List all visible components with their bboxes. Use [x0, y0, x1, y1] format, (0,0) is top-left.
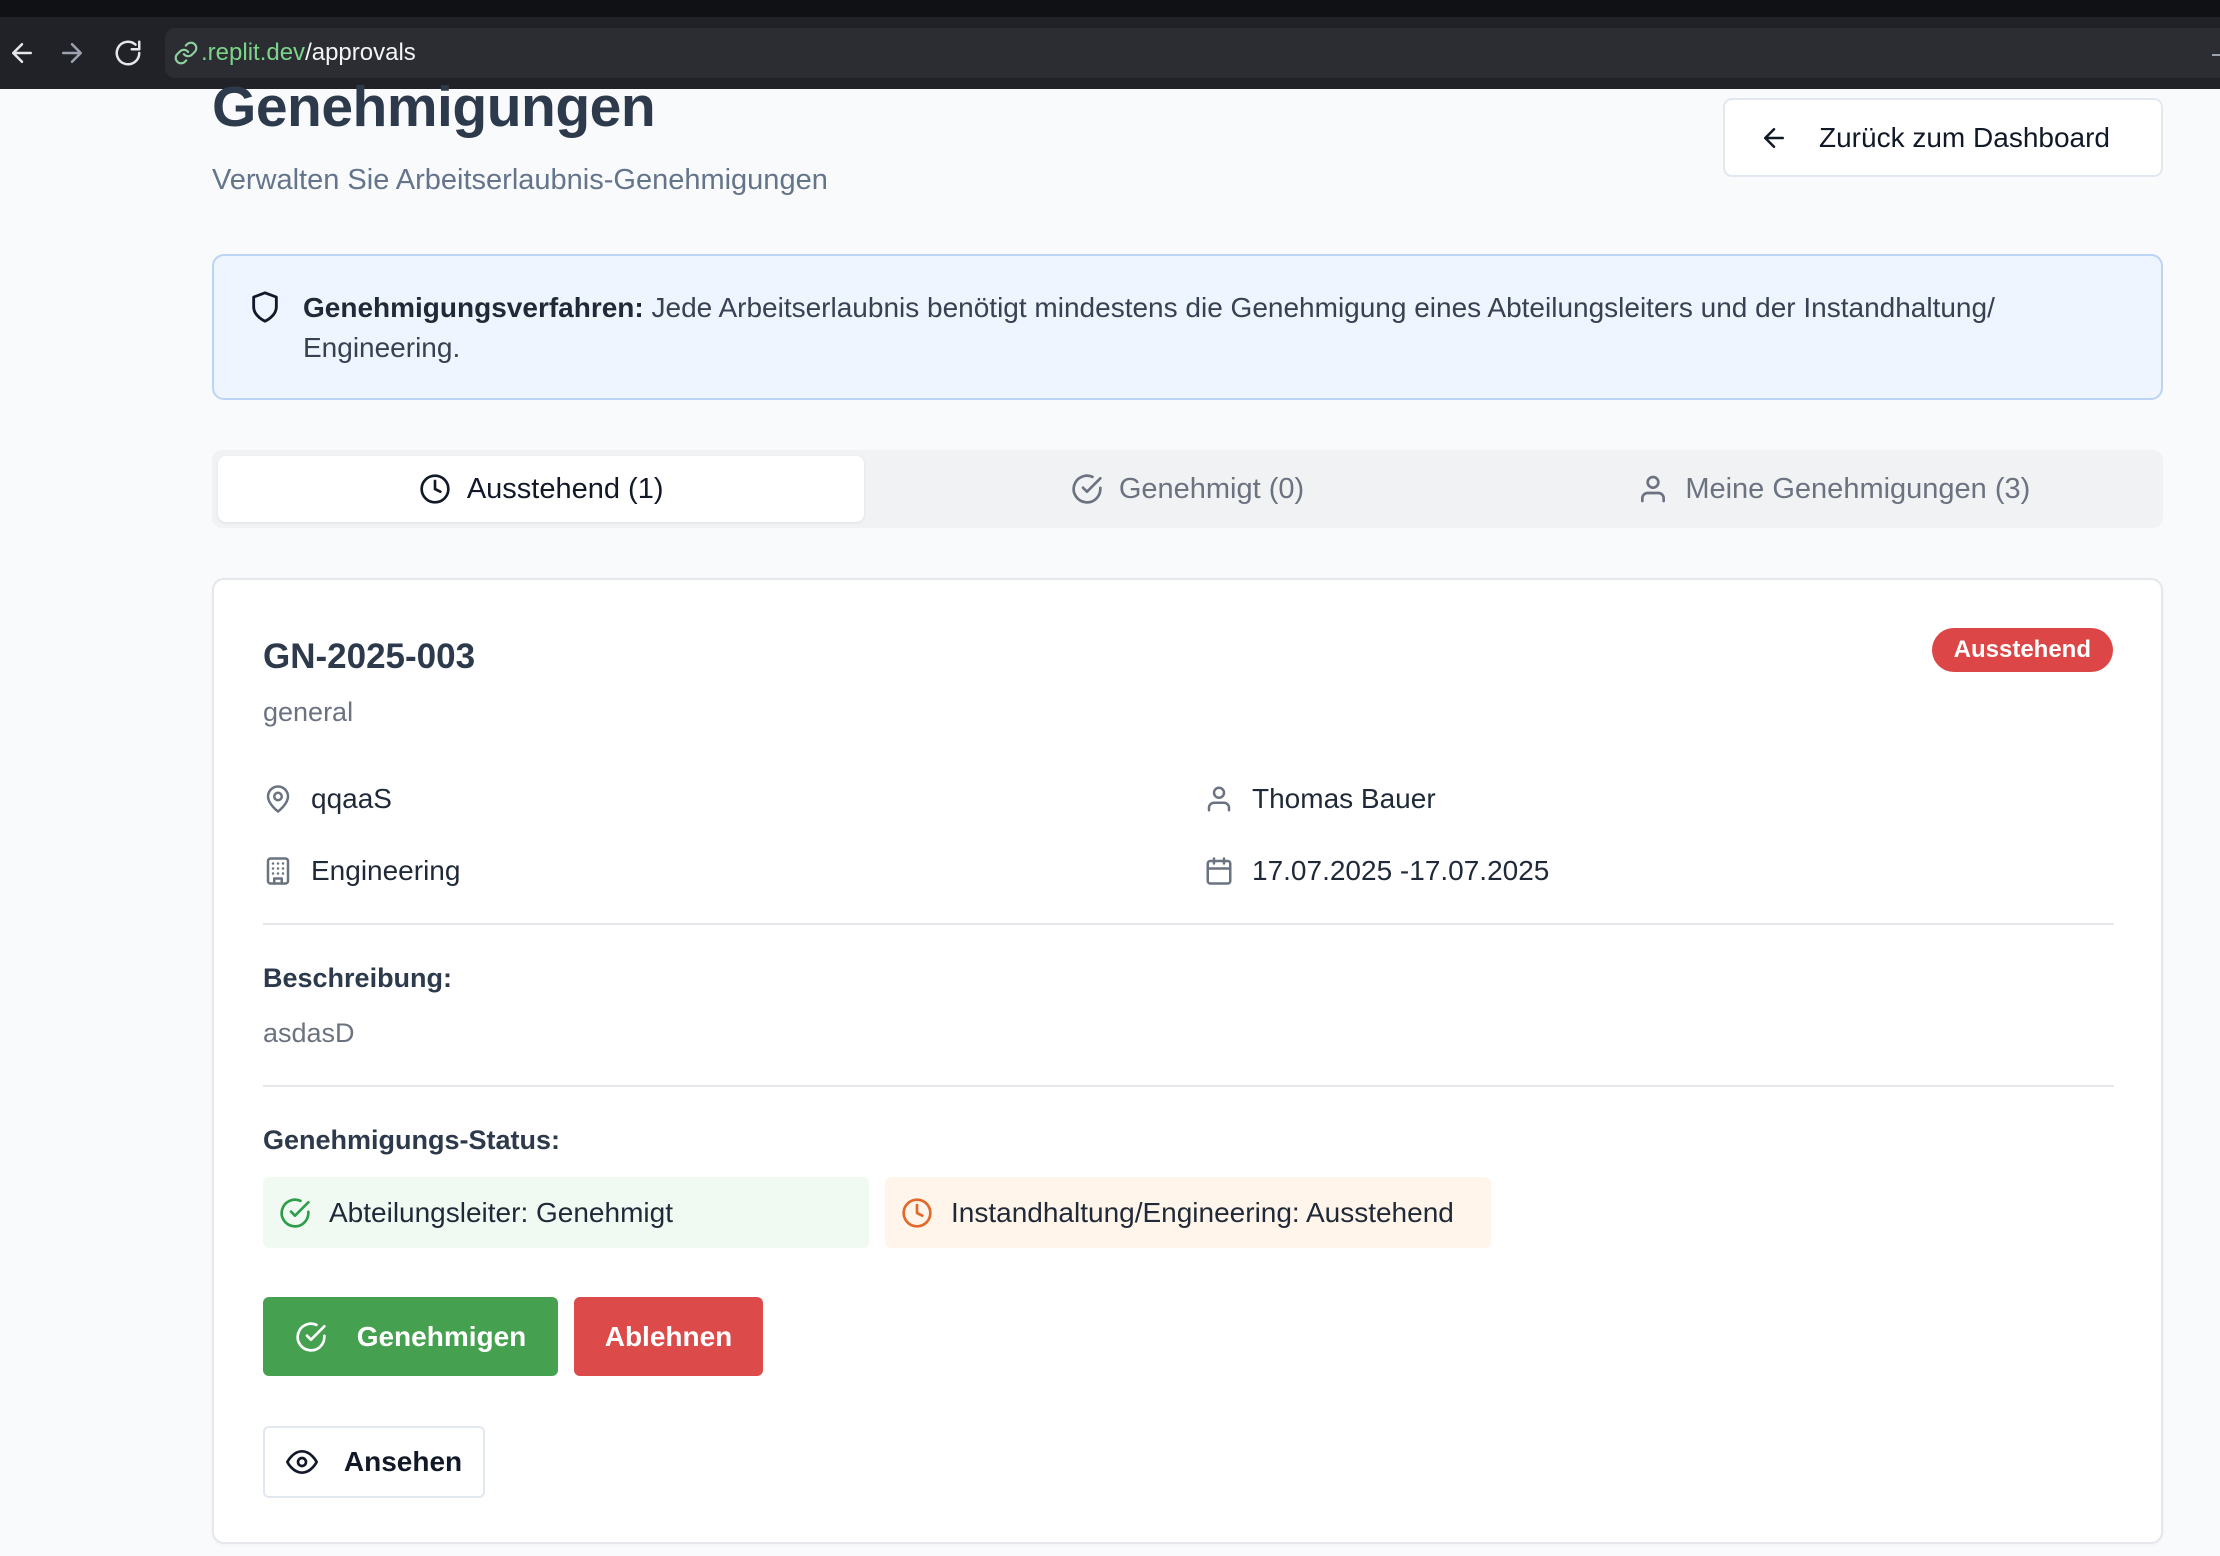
map-pin-icon	[266, 785, 290, 813]
page-title: Genehmigungen	[212, 75, 656, 139]
check-circle-icon	[280, 1197, 310, 1228]
tab-approved-label: Genehmigt (0)	[1118, 472, 1305, 505]
reject-button[interactable]: Ablehnen	[574, 1297, 763, 1376]
back-nav-button[interactable]	[0, 17, 44, 89]
url-path: /approvals	[305, 39, 416, 66]
url-host: .replit.dev	[201, 39, 306, 66]
reload-icon	[115, 40, 141, 66]
forward-nav-button[interactable]	[44, 17, 100, 89]
address-bar[interactable]: .replit.dev/approvals	[165, 28, 2220, 78]
back-to-dashboard-button[interactable]: Zurück zum Dashboard	[1723, 98, 2163, 177]
info-label: Genehmigungsverfahren:	[303, 292, 644, 323]
shield-icon	[252, 291, 278, 323]
permit-department: Engineering	[263, 855, 460, 887]
back-arrow-icon	[12, 43, 32, 63]
approve-button[interactable]: Genehmigen	[263, 1297, 558, 1376]
tab-pending-label: Ausstehend (1)	[466, 472, 664, 505]
clock-icon	[902, 1197, 932, 1228]
permit-card: GN-2025-003 general Ausstehend qqaaS Tho…	[212, 578, 2163, 1544]
tab-my-approvals-label: Meine Genehmigungen (3)	[1685, 472, 2031, 505]
view-label: Ansehen	[343, 1446, 463, 1477]
user-icon	[1207, 786, 1231, 812]
description-text: asdasD	[263, 1018, 355, 1048]
permit-location: qqaaS	[263, 783, 392, 815]
tab-my-approvals[interactable]: Meine Genehmigungen (3)	[1511, 456, 2157, 522]
location-text: qqaaS	[311, 783, 392, 814]
page-subtitle: Verwalten Sie Arbeitserlaubnis-Genehmigu…	[212, 164, 828, 196]
description-label: Beschreibung:	[263, 963, 453, 993]
divider	[263, 923, 2114, 925]
building-icon	[266, 857, 290, 885]
date-range-text: 17.07.2025 -17.07.2025	[1252, 855, 1550, 886]
window-top-strip	[0, 0, 2220, 17]
dept-head-status-text: Abteilungsleiter: Genehmigt	[329, 1196, 673, 1228]
department-text: Engineering	[311, 855, 461, 886]
tab-pending[interactable]: Ausstehend (1)	[218, 456, 865, 522]
permit-date-range: 17.07.2025 -17.07.2025	[1204, 855, 1549, 887]
requester-text: Thomas Bauer	[1252, 783, 1436, 814]
eye-icon	[285, 1450, 318, 1474]
calendar-icon	[1206, 857, 1232, 885]
toolbar-edge-mark	[2212, 54, 2220, 56]
back-to-dashboard-label: Zurück zum Dashboard	[1819, 121, 2111, 153]
user-icon	[1641, 475, 1666, 503]
forward-arrow-icon	[62, 43, 82, 63]
reject-label: Ablehnen	[604, 1320, 733, 1352]
maintenance-status-text: Instandhaltung/Engineering: Ausstehend	[951, 1196, 1454, 1228]
check-circle-icon	[1072, 474, 1102, 504]
approve-label: Genehmigen	[356, 1320, 527, 1352]
view-button[interactable]: Ansehen	[263, 1426, 485, 1498]
permit-type: general	[263, 697, 354, 727]
approval-status-label: Genehmigungs-Status:	[263, 1125, 561, 1155]
permit-requester: Thomas Bauer	[1204, 783, 1436, 815]
status-badge: Ausstehend	[1931, 628, 2113, 672]
tab-approved[interactable]: Genehmigt (0)	[864, 456, 1510, 522]
clock-icon	[420, 474, 450, 504]
arrow-left-icon	[1764, 127, 1784, 148]
link-icon	[174, 41, 198, 65]
permit-id: GN-2025-003	[263, 637, 476, 676]
divider	[263, 1085, 2114, 1087]
approval-process-info: Genehmigungsverfahren: Jede Arbeitserlau…	[212, 254, 2163, 400]
dept-head-status: Abteilungsleiter: Genehmigt	[263, 1177, 869, 1248]
check-circle-icon	[296, 1321, 326, 1352]
approval-tabs: Ausstehend (1) Genehmigt (0) Meine Geneh…	[212, 450, 2163, 528]
maintenance-status: Instandhaltung/Engineering: Ausstehend	[885, 1177, 1491, 1248]
reload-button[interactable]	[100, 17, 156, 89]
